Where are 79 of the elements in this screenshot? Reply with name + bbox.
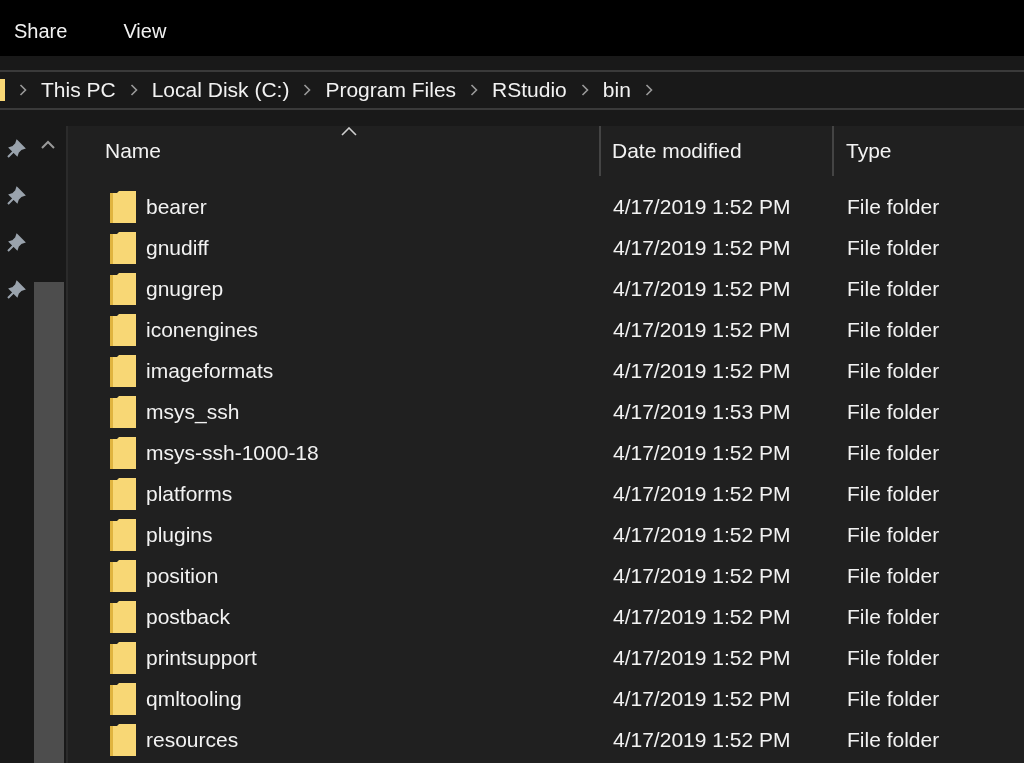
folder-icon	[110, 559, 136, 592]
chevron-right-icon	[19, 84, 27, 96]
type-cell-text: File folder	[846, 398, 940, 425]
breadcrumb-item[interactable]: This PC	[41, 74, 116, 106]
scrollbar-thumb[interactable]	[34, 282, 64, 763]
column-header[interactable]: Name	[68, 126, 601, 176]
breadcrumb-item[interactable]: Local Disk (C:)	[151, 74, 290, 106]
type-cell-text: File folder	[846, 603, 940, 630]
folder-icon	[110, 354, 136, 387]
chevron-right-icon	[580, 84, 589, 96]
breadcrumb-item[interactable]: bin	[602, 74, 631, 106]
folder-icon	[110, 231, 136, 264]
folder-icon	[110, 395, 136, 428]
pin-icon[interactable]	[7, 232, 27, 252]
folder-icon	[110, 641, 136, 674]
file-name[interactable]: postback	[146, 600, 231, 633]
chevron-right-icon	[129, 84, 138, 96]
file-name[interactable]: resources	[146, 723, 239, 756]
type-cell-text: File folder	[846, 562, 940, 589]
file-name[interactable]: iconengines	[146, 313, 259, 346]
pin-icon[interactable]	[7, 138, 27, 158]
column-header[interactable]: Date modified	[601, 126, 834, 176]
type-cell-text: File folder	[846, 726, 940, 753]
chevron-right-icon	[470, 84, 479, 96]
date-cell-text: 4/17/2019 1:53 PM	[612, 398, 792, 425]
date-cell-text: 4/17/2019 1:52 PM	[612, 644, 792, 671]
breadcrumb-item[interactable]: RStudio	[492, 74, 567, 106]
date-cell-text: 4/17/2019 1:52 PM	[612, 439, 792, 466]
folder-icon	[110, 600, 136, 633]
file-name[interactable]: plugins	[146, 518, 213, 551]
date-cell-text: 4/17/2019 1:52 PM	[612, 726, 792, 753]
type-cell-text: File folder	[846, 275, 940, 302]
file-name[interactable]: position	[146, 559, 219, 592]
breadcrumb-item[interactable]: Program Files	[325, 74, 457, 106]
file-name[interactable]: platforms	[146, 477, 233, 510]
file-name[interactable]: gnudiff	[146, 231, 209, 264]
type-cell-text: File folder	[846, 234, 940, 261]
date-cell-text: 4/17/2019 1:52 PM	[612, 234, 792, 261]
ribbon-tab[interactable]: View	[123, 16, 167, 46]
type-cell-text: File folder	[846, 439, 940, 466]
folder-icon	[110, 436, 136, 469]
date-cell-text: 4/17/2019 1:52 PM	[612, 357, 792, 384]
chevron-right-icon	[303, 84, 312, 96]
file-name[interactable]: msys_ssh	[146, 395, 240, 428]
folder-icon	[110, 723, 136, 756]
pin-icon[interactable]	[7, 185, 27, 205]
date-cell-text: 4/17/2019 1:52 PM	[612, 480, 792, 507]
chevron-right-icon	[644, 84, 653, 96]
file-name[interactable]: printsupport	[146, 641, 257, 674]
type-cell-text: File folder	[846, 521, 940, 548]
folder-icon	[110, 190, 136, 223]
date-cell-text: 4/17/2019 1:52 PM	[612, 275, 792, 302]
type-cell-text: File folder	[846, 316, 940, 343]
file-name[interactable]: imageformats	[146, 354, 274, 387]
type-cell-text: File folder	[846, 480, 940, 507]
date-cell-text: 4/17/2019 1:52 PM	[612, 193, 792, 220]
ribbon-tab[interactable]: Share	[14, 16, 68, 46]
folder-icon	[110, 272, 136, 305]
file-name[interactable]: qmltooling	[146, 682, 242, 715]
folder-icon	[0, 79, 5, 101]
date-cell-text: 4/17/2019 1:52 PM	[612, 521, 792, 548]
column-header[interactable]: Type	[834, 126, 1024, 176]
type-cell-text: File folder	[846, 193, 940, 220]
date-cell-text: 4/17/2019 1:52 PM	[612, 685, 792, 712]
date-cell-text: 4/17/2019 1:52 PM	[612, 562, 792, 589]
type-cell-text: File folder	[846, 644, 940, 671]
folder-icon	[110, 518, 136, 551]
type-cell-text: File folder	[846, 685, 940, 712]
file-name[interactable]: bearer	[146, 190, 207, 223]
file-name[interactable]: gnugrep	[146, 272, 224, 305]
date-cell-text: 4/17/2019 1:52 PM	[612, 316, 792, 343]
date-cell-text: 4/17/2019 1:52 PM	[612, 603, 792, 630]
scroll-up-icon[interactable]	[40, 140, 56, 150]
folder-icon	[110, 682, 136, 715]
pin-icon[interactable]	[7, 279, 27, 299]
folder-icon	[110, 477, 136, 510]
type-cell-text: File folder	[846, 357, 940, 384]
folder-icon	[110, 313, 136, 346]
file-name[interactable]: msys-ssh-1000-18	[146, 436, 319, 469]
